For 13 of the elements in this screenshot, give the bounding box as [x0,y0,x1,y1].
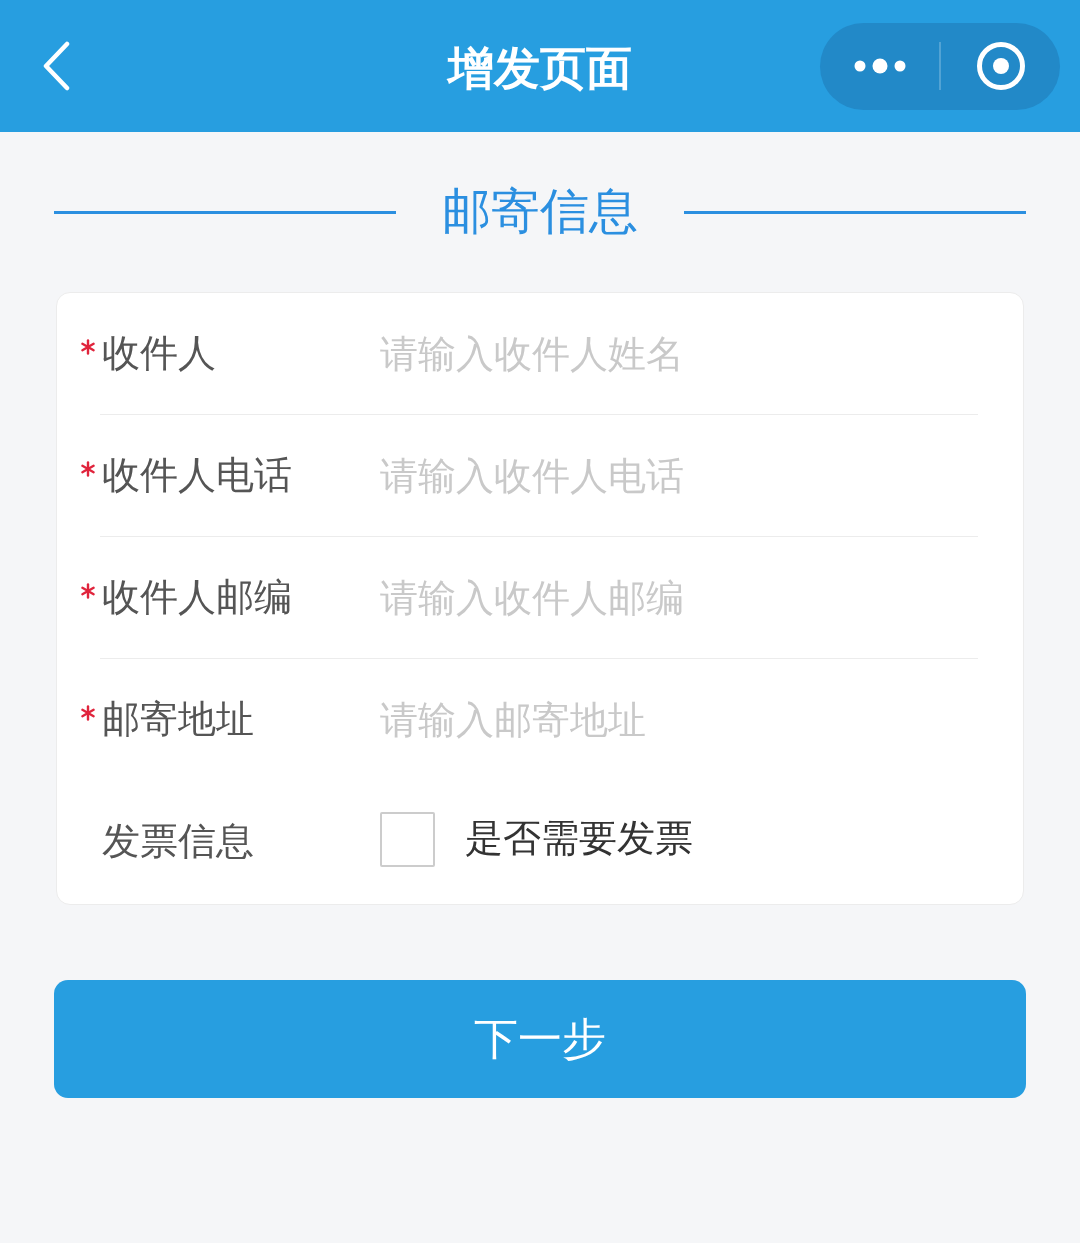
field-label: 邮寄地址 [102,696,254,743]
checkbox-label: 是否需要发票 [465,816,693,862]
page-title: 增发页面 [448,41,632,97]
field-label: 发票信息 [102,819,254,865]
next-button[interactable]: 下一步 [54,980,1026,1098]
checkbox[interactable] [380,811,435,867]
more-icon[interactable] [853,58,906,74]
target-icon[interactable] [975,41,1026,91]
back-icon[interactable] [42,41,70,91]
field-label: 收件人电话 [102,452,292,499]
field-label: 收件人 [102,330,216,377]
field-label: 收件人邮编 [102,574,292,621]
section-title: 邮寄信息 [442,182,638,242]
